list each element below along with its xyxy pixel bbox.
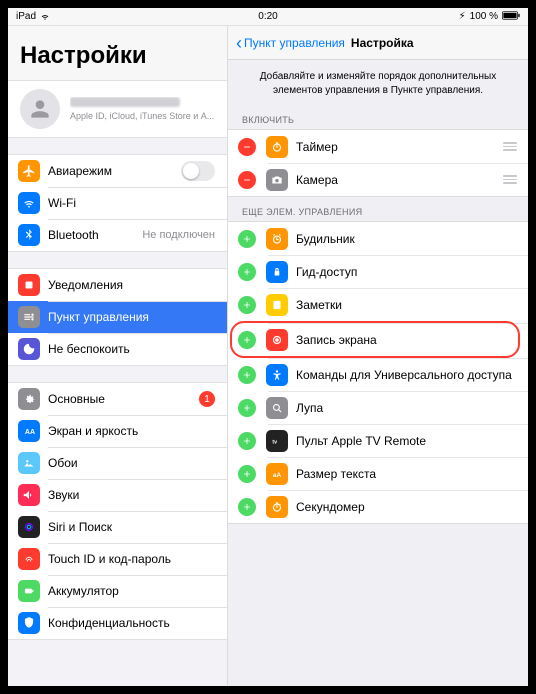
more-item-text-size[interactable]: aA Размер текста <box>228 457 528 490</box>
svg-text:aA: aA <box>273 471 282 478</box>
add-icon[interactable] <box>238 432 256 450</box>
guided-access-icon <box>266 261 288 283</box>
text-size-icon: aA <box>266 463 288 485</box>
more-item-magnifier[interactable]: Лупа <box>228 391 528 424</box>
screen-recording-icon <box>266 329 288 351</box>
sidebar-item-touchid[interactable]: Touch ID и код-пароль <box>8 543 227 575</box>
battery-settings-icon <box>18 580 40 602</box>
sidebar-item-wallpaper[interactable]: Обои <box>8 447 227 479</box>
wallpaper-icon <box>18 452 40 474</box>
siri-icon <box>18 516 40 538</box>
settings-sidebar: Настройки Apple ID, iCloud, iTunes Store… <box>8 26 228 686</box>
more-item-notes[interactable]: Заметки <box>228 288 528 321</box>
included-header: ВКЛЮЧИТЬ <box>228 105 528 129</box>
more-item-accessibility[interactable]: Команды для Универсального доступа <box>228 358 528 391</box>
status-bar: iPad 0:20 ⚡︎ 100 % <box>8 8 528 26</box>
alarm-icon <box>266 228 288 250</box>
sidebar-item-wifi[interactable]: Wi-Fi <box>8 187 227 219</box>
clock: 0:20 <box>258 11 277 22</box>
sidebar-item-privacy[interactable]: Конфиденциальность <box>8 607 227 639</box>
account-subtitle: Apple ID, iCloud, iTunes Store и A... <box>70 111 214 121</box>
accessibility-icon <box>266 364 288 386</box>
notes-icon <box>266 294 288 316</box>
appletv-icon: tv <box>266 430 288 452</box>
battery-icon <box>502 11 520 23</box>
nav-title: Настройка <box>351 36 414 50</box>
sidebar-item-notifications[interactable]: Уведомления <box>8 269 227 301</box>
magnifier-icon <box>266 397 288 419</box>
remove-icon[interactable] <box>238 171 256 189</box>
apple-id-row[interactable]: Apple ID, iCloud, iTunes Store и A... <box>8 80 227 138</box>
sidebar-item-display[interactable]: AA Экран и яркость <box>8 415 227 447</box>
battery-percent: 100 % <box>470 11 498 22</box>
general-badge: 1 <box>199 391 215 407</box>
sidebar-item-control-center[interactable]: Пункт управления <box>8 301 227 333</box>
stopwatch-icon <box>266 496 288 518</box>
charging-icon: ⚡︎ <box>459 11 466 22</box>
reorder-handle[interactable] <box>502 142 518 151</box>
wifi-settings-icon <box>18 192 40 214</box>
back-button[interactable]: ‹ Пункт управления <box>236 34 345 52</box>
more-item-screen-recording[interactable]: Запись экрана <box>228 323 528 356</box>
notifications-icon <box>18 274 40 296</box>
account-name-redacted <box>70 97 180 107</box>
more-item-alarm[interactable]: Будильник <box>228 222 528 255</box>
privacy-icon <box>18 612 40 634</box>
sidebar-item-bluetooth[interactable]: Bluetooth Не подключен <box>8 219 227 251</box>
sidebar-item-sounds[interactable]: Звуки <box>8 479 227 511</box>
more-item-guided-access[interactable]: Гид-доступ <box>228 255 528 288</box>
add-icon[interactable] <box>238 331 256 349</box>
more-item-appletv-remote[interactable]: tv Пульт Apple TV Remote <box>228 424 528 457</box>
moon-icon <box>18 338 40 360</box>
sidebar-item-battery[interactable]: Аккумулятор <box>8 575 227 607</box>
add-icon[interactable] <box>238 399 256 417</box>
fingerprint-icon <box>18 548 40 570</box>
bluetooth-status: Не подключен <box>142 229 215 241</box>
sidebar-item-airplane[interactable]: Авиарежим <box>8 155 227 187</box>
add-icon[interactable] <box>238 498 256 516</box>
add-icon[interactable] <box>238 230 256 248</box>
add-icon[interactable] <box>238 263 256 281</box>
more-header: ЕЩЕ ЭЛЕМ. УПРАВЛЕНИЯ <box>228 197 528 221</box>
page-title: Настройки <box>8 26 227 80</box>
control-center-icon <box>18 306 40 328</box>
display-icon: AA <box>18 420 40 442</box>
sidebar-item-dnd[interactable]: Не беспокоить <box>8 333 227 365</box>
add-icon[interactable] <box>238 296 256 314</box>
gear-icon <box>18 388 40 410</box>
camera-icon <box>266 169 288 191</box>
wifi-icon <box>40 11 50 23</box>
add-icon[interactable] <box>238 366 256 384</box>
navbar: ‹ Пункт управления Настройка <box>228 26 528 60</box>
avatar-icon <box>20 89 60 129</box>
remove-icon[interactable] <box>238 138 256 156</box>
chevron-left-icon: ‹ <box>236 34 242 52</box>
add-icon[interactable] <box>238 465 256 483</box>
timer-icon <box>266 136 288 158</box>
svg-text:tv: tv <box>272 439 277 445</box>
device-label: iPad <box>16 11 36 22</box>
sidebar-item-general[interactable]: Основные 1 <box>8 383 227 415</box>
reorder-handle[interactable] <box>502 175 518 184</box>
sidebar-item-siri[interactable]: Siri и Поиск <box>8 511 227 543</box>
svg-text:AA: AA <box>25 429 35 436</box>
section-hint: Добавляйте и изменяйте порядок дополните… <box>228 60 528 105</box>
more-item-stopwatch[interactable]: Секундомер <box>228 490 528 523</box>
bluetooth-icon <box>18 224 40 246</box>
included-item-timer[interactable]: Таймер <box>228 130 528 163</box>
detail-pane: ‹ Пункт управления Настройка Добавляйте … <box>228 26 528 686</box>
sounds-icon <box>18 484 40 506</box>
included-item-camera[interactable]: Камера <box>228 163 528 196</box>
airplane-toggle[interactable] <box>181 161 215 181</box>
airplane-icon <box>18 160 40 182</box>
